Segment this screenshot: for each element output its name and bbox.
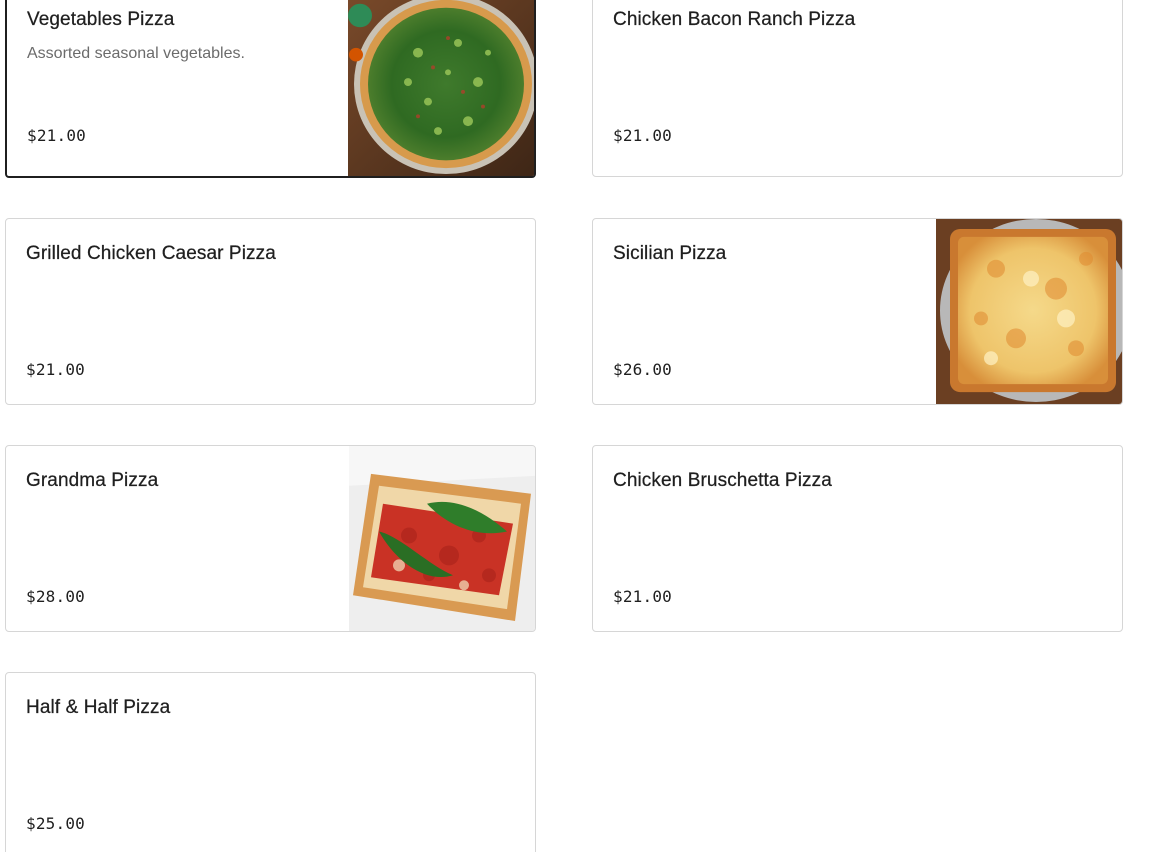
- menu-item-card-vegetables-pizza[interactable]: Vegetables Pizza Assorted seasonal veget…: [5, 0, 536, 178]
- menu-item-name: Vegetables Pizza: [27, 9, 175, 30]
- menu-item-card-chicken-bruschetta-pizza[interactable]: Chicken Bruschetta Pizza $21.00: [592, 445, 1123, 632]
- menu-item-card-grilled-chicken-caesar-pizza[interactable]: Grilled Chicken Caesar Pizza $21.00: [5, 218, 536, 405]
- vegetable-pizza-photo: [348, 0, 534, 176]
- menu-item-card-chicken-bacon-ranch-pizza[interactable]: Chicken Bacon Ranch Pizza $21.00: [592, 0, 1123, 177]
- menu-items-grid: Vegetables Pizza Assorted seasonal veget…: [0, 0, 1157, 852]
- menu-item-name: Chicken Bruschetta Pizza: [613, 470, 832, 491]
- menu-item-price: $25.00: [26, 814, 85, 833]
- menu-item-name: Chicken Bacon Ranch Pizza: [613, 9, 856, 30]
- menu-item-price: $21.00: [27, 126, 86, 145]
- menu-item-card-sicilian-pizza[interactable]: Sicilian Pizza $26.00: [592, 218, 1123, 405]
- menu-item-price: $21.00: [26, 360, 85, 379]
- menu-item-name: Half & Half Pizza: [26, 697, 171, 718]
- menu-item-price: $26.00: [613, 360, 672, 379]
- menu-item-card-half-and-half-pizza[interactable]: Half & Half Pizza $25.00: [5, 672, 536, 852]
- sicilian-pizza-photo: [936, 219, 1122, 404]
- menu-item-description: Assorted seasonal vegetables.: [27, 45, 245, 62]
- menu-item-name: Sicilian Pizza: [613, 243, 727, 264]
- menu-item-price: $21.00: [613, 587, 672, 606]
- grandma-pizza-photo: [349, 446, 535, 631]
- menu-item-price: $21.00: [613, 126, 672, 145]
- menu-item-price: $28.00: [26, 587, 85, 606]
- menu-item-name: Grandma Pizza: [26, 470, 159, 491]
- menu-item-card-grandma-pizza[interactable]: Grandma Pizza $28.00: [5, 445, 536, 632]
- menu-item-name: Grilled Chicken Caesar Pizza: [26, 243, 276, 264]
